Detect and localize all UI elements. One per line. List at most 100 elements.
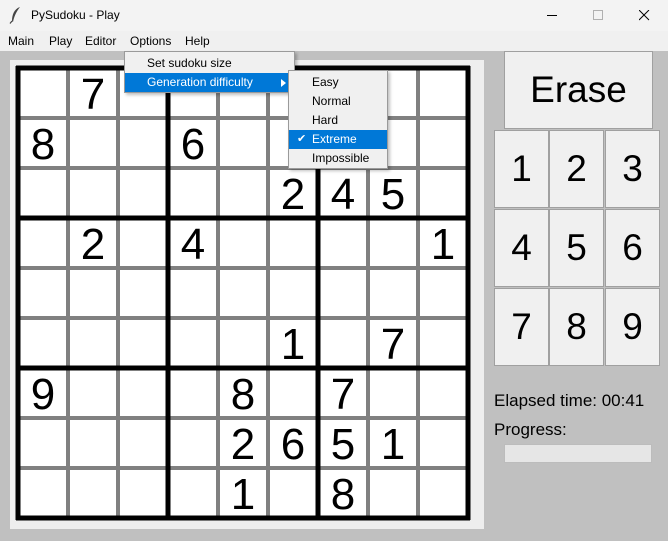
sudoku-cell[interactable]: 4 xyxy=(168,220,218,270)
sudoku-cell[interactable] xyxy=(418,320,468,370)
difficulty-hard[interactable]: Hard xyxy=(289,111,387,130)
sudoku-cell[interactable] xyxy=(268,270,318,320)
sudoku-cell[interactable] xyxy=(118,170,168,220)
sudoku-cell[interactable] xyxy=(368,370,418,420)
sudoku-cell[interactable] xyxy=(118,470,168,520)
sudoku-cell[interactable]: 8 xyxy=(318,470,368,520)
sudoku-cell[interactable] xyxy=(118,220,168,270)
sudoku-cell[interactable]: 6 xyxy=(168,120,218,170)
sudoku-cell[interactable] xyxy=(168,270,218,320)
sudoku-cell[interactable] xyxy=(118,270,168,320)
sudoku-cell[interactable] xyxy=(368,220,418,270)
sudoku-cell[interactable] xyxy=(268,470,318,520)
sudoku-cell[interactable] xyxy=(418,120,468,170)
sudoku-cell[interactable]: 1 xyxy=(368,420,418,470)
menu-editor[interactable]: Editor xyxy=(85,34,116,48)
number-button-6[interactable]: 6 xyxy=(605,209,660,287)
sudoku-cell[interactable] xyxy=(18,420,68,470)
progress-label: Progress: xyxy=(494,420,567,439)
sudoku-cell[interactable] xyxy=(68,420,118,470)
sudoku-cell[interactable] xyxy=(168,170,218,220)
menu-play[interactable]: Play xyxy=(49,34,72,48)
sudoku-cell[interactable]: 6 xyxy=(268,420,318,470)
sudoku-cell[interactable] xyxy=(368,270,418,320)
number-button-4[interactable]: 4 xyxy=(494,209,549,287)
sudoku-cell[interactable] xyxy=(168,470,218,520)
sudoku-cell[interactable] xyxy=(218,120,268,170)
erase-button[interactable]: Erase xyxy=(504,51,653,129)
maximize-button[interactable] xyxy=(575,0,621,31)
sudoku-cell[interactable] xyxy=(418,70,468,120)
minimize-button[interactable] xyxy=(529,0,575,31)
sudoku-cell[interactable] xyxy=(318,270,368,320)
difficulty-easy[interactable]: Easy xyxy=(289,73,387,92)
number-button-7[interactable]: 7 xyxy=(494,288,549,366)
sudoku-cell[interactable]: 7 xyxy=(318,370,368,420)
sudoku-cell[interactable]: 8 xyxy=(218,370,268,420)
sudoku-cell[interactable]: 1 xyxy=(218,470,268,520)
menu-help[interactable]: Help xyxy=(185,34,210,48)
sudoku-cell[interactable] xyxy=(118,320,168,370)
sudoku-cell[interactable] xyxy=(18,470,68,520)
sudoku-cell[interactable]: 1 xyxy=(418,220,468,270)
sudoku-cell[interactable]: 8 xyxy=(18,120,68,170)
close-button[interactable] xyxy=(621,0,667,31)
menu-main[interactable]: Main xyxy=(8,34,34,48)
sudoku-cell[interactable] xyxy=(268,370,318,420)
sudoku-cell[interactable]: 7 xyxy=(368,320,418,370)
number-button-1[interactable]: 1 xyxy=(494,130,549,208)
sudoku-cell[interactable] xyxy=(418,470,468,520)
number-button-3[interactable]: 3 xyxy=(605,130,660,208)
difficulty-normal[interactable]: Normal xyxy=(289,92,387,111)
sudoku-cell[interactable] xyxy=(318,320,368,370)
sudoku-cell[interactable] xyxy=(168,420,218,470)
sudoku-cell[interactable] xyxy=(118,370,168,420)
sudoku-cell[interactable] xyxy=(168,370,218,420)
sudoku-cell[interactable]: 5 xyxy=(318,420,368,470)
sudoku-cell[interactable]: 5 xyxy=(368,170,418,220)
sudoku-cell[interactable] xyxy=(218,320,268,370)
sudoku-cell[interactable]: 9 xyxy=(18,370,68,420)
difficulty-extreme[interactable]: ✔ Extreme xyxy=(289,130,387,149)
sudoku-cell[interactable] xyxy=(18,270,68,320)
sudoku-cell[interactable]: 2 xyxy=(268,170,318,220)
difficulty-impossible[interactable]: Impossible xyxy=(289,149,387,168)
sudoku-cell[interactable] xyxy=(418,420,468,470)
menu-options[interactable]: Options xyxy=(130,34,171,48)
number-button-2[interactable]: 2 xyxy=(549,130,604,208)
sudoku-cell[interactable] xyxy=(68,470,118,520)
sudoku-cell[interactable] xyxy=(268,220,318,270)
sudoku-cell[interactable] xyxy=(68,170,118,220)
sudoku-cell[interactable] xyxy=(168,320,218,370)
sudoku-cell[interactable] xyxy=(218,220,268,270)
menu-item-generation-difficulty[interactable]: Generation difficulty xyxy=(125,73,294,92)
sudoku-cell[interactable] xyxy=(18,220,68,270)
sudoku-cell[interactable]: 2 xyxy=(68,220,118,270)
sudoku-cell[interactable] xyxy=(68,370,118,420)
sudoku-cell[interactable] xyxy=(68,270,118,320)
sudoku-cell[interactable]: 4 xyxy=(318,170,368,220)
menu-item-set-sudoku-size[interactable]: Set sudoku size xyxy=(125,54,294,73)
sudoku-cell[interactable] xyxy=(418,170,468,220)
sudoku-cell[interactable] xyxy=(68,320,118,370)
sudoku-cell[interactable] xyxy=(418,370,468,420)
sudoku-cell[interactable]: 1 xyxy=(268,320,318,370)
submenu-arrow-icon xyxy=(281,79,286,87)
sudoku-cell[interactable] xyxy=(218,270,268,320)
sudoku-cell[interactable] xyxy=(418,270,468,320)
sudoku-cell[interactable] xyxy=(368,470,418,520)
sudoku-cell[interactable] xyxy=(18,70,68,120)
sudoku-cell[interactable]: 7 xyxy=(68,70,118,120)
number-button-9[interactable]: 9 xyxy=(605,288,660,366)
number-button-5[interactable]: 5 xyxy=(549,209,604,287)
number-button-8[interactable]: 8 xyxy=(549,288,604,366)
sudoku-cell[interactable] xyxy=(218,170,268,220)
sudoku-cell[interactable] xyxy=(118,120,168,170)
sudoku-cell[interactable] xyxy=(318,220,368,270)
sudoku-cell[interactable] xyxy=(18,320,68,370)
sudoku-cell[interactable] xyxy=(68,120,118,170)
sudoku-cell[interactable] xyxy=(18,170,68,220)
sudoku-cell[interactable] xyxy=(118,420,168,470)
sudoku-cell[interactable]: 2 xyxy=(218,420,268,470)
feather-icon xyxy=(9,7,20,24)
